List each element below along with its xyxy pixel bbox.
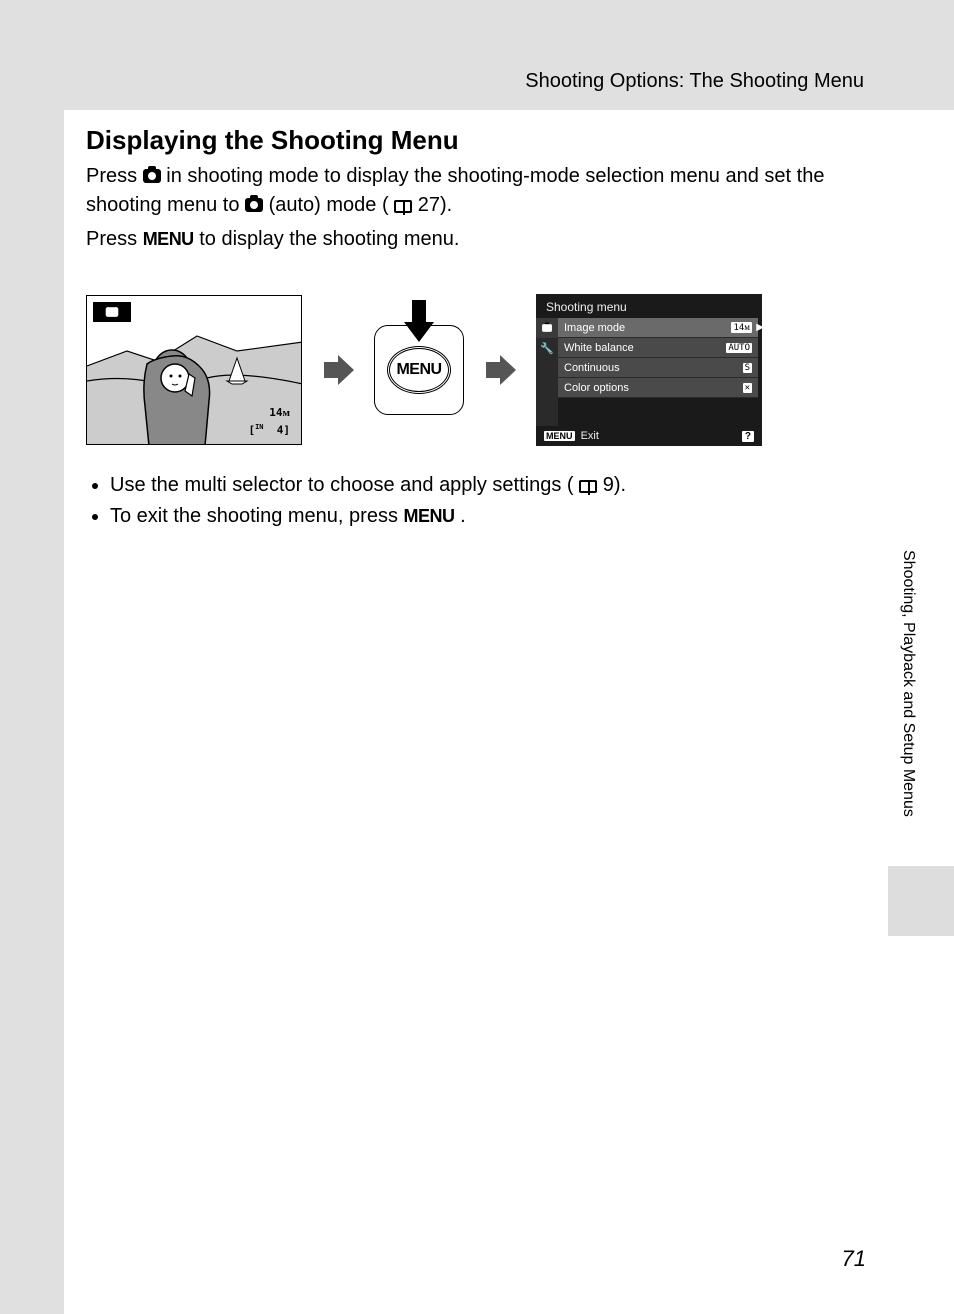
menu-item-label: Image mode: [564, 322, 625, 334]
page-number: 71: [842, 1246, 866, 1272]
para1-text-a: Press: [86, 165, 143, 187]
menu-items-list: Image mode 14ᴍ White balance AUTO Contin…: [558, 318, 758, 426]
setup-tab-icon: 🔧: [536, 338, 558, 358]
camera-icon: [542, 324, 552, 332]
paragraph-1: Press in shooting mode to display the sh…: [86, 162, 864, 220]
header-text: Shooting Options: The Shooting Menu: [525, 70, 864, 93]
menu-exit-badge: MENU: [544, 431, 575, 441]
shooting-menu-screen: Shooting menu 🔧 Image mode 14ᴍ White bal…: [536, 294, 762, 446]
para1-text-c: (auto) mode (: [269, 194, 389, 216]
camera-tab-icon: [536, 318, 558, 338]
exit-label: Exit: [581, 430, 599, 442]
menu-item-value: ✕: [743, 383, 752, 393]
menu-tabs: 🔧: [536, 318, 558, 426]
bullet1-a: Use the multi selector to choose and app…: [110, 474, 574, 496]
paragraph-2: Press MENU to display the shooting menu.: [86, 225, 864, 254]
menu-label: MENU: [143, 229, 194, 249]
side-section-label: Shooting, Playback and Setup Menus: [899, 550, 917, 817]
menu-item-label: Continuous: [564, 362, 620, 374]
menu-item: Image mode 14ᴍ: [558, 318, 758, 338]
camera-mode-tab: [93, 302, 131, 322]
para1-text-b: in shooting mode to display the shooting…: [86, 165, 824, 216]
menu-item-value: 14ᴍ: [731, 322, 752, 333]
help-icon: ?: [742, 431, 754, 442]
menu-item: Continuous S: [558, 358, 758, 378]
menu-item-label: White balance: [564, 342, 634, 354]
menu-item: White balance AUTO: [558, 338, 758, 358]
menu-item: Color options ✕: [558, 378, 758, 398]
diagram-row: 14ᴍ [IN 4] MENU Shooting menu: [86, 290, 864, 450]
bullet-list: Use the multi selector to choose and app…: [86, 470, 864, 532]
shots-remaining: [IN 4]: [245, 422, 293, 438]
bullet2-a: To exit the shooting menu, press: [110, 505, 404, 527]
menu-button-illustration: MENU: [374, 325, 464, 415]
bullet1-b: 9).: [603, 474, 626, 496]
menu-item-value: AUTO: [726, 343, 752, 353]
manual-page: Shooting Options: The Shooting Menu Disp…: [64, 0, 954, 1314]
shooting-menu-title: Shooting menu: [536, 294, 762, 318]
image-mode-badge: 14ᴍ: [266, 405, 293, 420]
menu-item-value: S: [743, 363, 752, 373]
camera-preview-illustration: 14ᴍ [IN 4]: [86, 295, 302, 445]
arrow-right-icon: [320, 352, 356, 388]
arrow-down-icon: [402, 300, 436, 344]
book-icon: [579, 480, 597, 493]
menu-footer: MENU Exit ?: [544, 430, 754, 442]
camera-icon: [143, 169, 161, 183]
list-item: Use the multi selector to choose and app…: [110, 470, 864, 501]
exit-control: MENU Exit: [544, 430, 599, 442]
caret-right-icon: ▶: [756, 322, 764, 333]
para2-text-b: to display the shooting menu.: [199, 228, 459, 250]
side-tab-marker: [888, 866, 954, 936]
para2-text-a: Press: [86, 228, 143, 250]
menu-button-label: MENU: [387, 346, 451, 394]
section-title: Displaying the Shooting Menu: [86, 125, 459, 156]
book-icon: [394, 200, 412, 213]
arrow-right-icon: [482, 352, 518, 388]
bullet2-b: .: [460, 505, 466, 527]
camera-icon: [245, 198, 263, 212]
list-item: To exit the shooting menu, press MENU .: [110, 501, 864, 532]
header-banner: Shooting Options: The Shooting Menu: [64, 0, 954, 110]
shot-info-badges: 14ᴍ [IN 4]: [245, 405, 293, 438]
para1-text-d: 27).: [418, 194, 452, 216]
camera-icon: [106, 307, 119, 317]
menu-item-label: Color options: [564, 382, 629, 394]
menu-label: MENU: [404, 506, 455, 526]
